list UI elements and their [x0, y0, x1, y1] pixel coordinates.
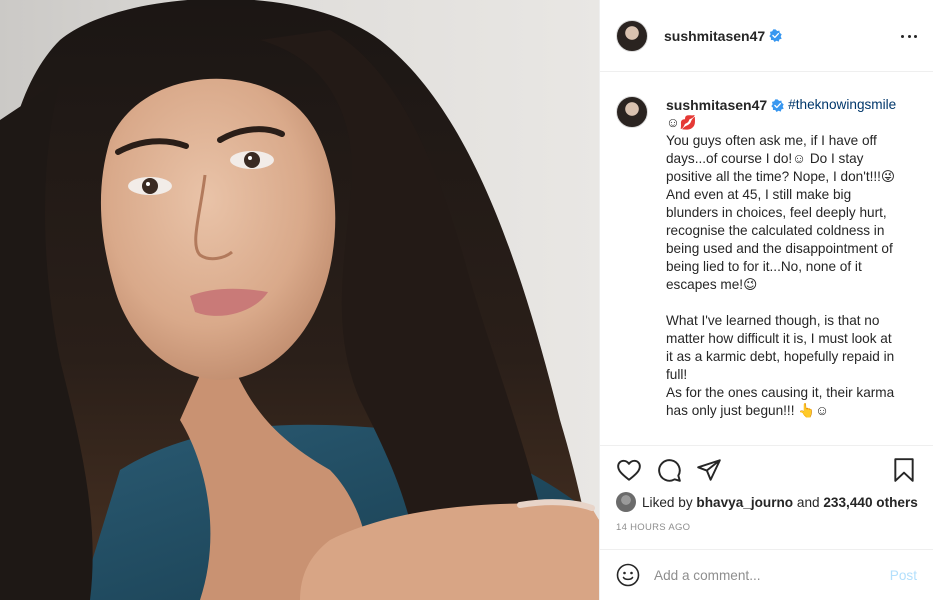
post-header: sushmitasen47	[600, 0, 933, 72]
portrait-photo	[0, 0, 599, 600]
caption-line: being lied to for it...No, none of it	[666, 259, 862, 274]
verified-badge-icon	[771, 98, 784, 112]
caption-line	[666, 294, 917, 312]
caption-line: it as a karmic debt, hopefully repaid in	[666, 349, 895, 364]
paper-plane-icon[interactable]	[696, 457, 722, 483]
caption-section: sushmitasen47 #theknowingsmile ☺💋 You gu…	[600, 72, 933, 446]
caption-line: You guys often ask me, if I have off	[666, 133, 877, 148]
caption-line: full!	[666, 367, 688, 382]
heart-outline-icon[interactable]	[616, 457, 642, 483]
post-sidebar: sushmitasen47 sushmitasen47 #theknowings…	[599, 0, 933, 600]
smiley-face-icon[interactable]	[616, 563, 640, 587]
verified-badge-icon	[769, 29, 782, 42]
caption-line: recognise the calculated coldness in	[666, 223, 885, 238]
caption-line: blunders in choices, feel deeply hurt,	[666, 205, 887, 220]
liker-avatar[interactable]	[616, 492, 636, 512]
post-comment-button[interactable]: Post	[882, 568, 917, 583]
caption-line: being used and the disappointment of	[666, 241, 893, 256]
bookmark-icon[interactable]	[891, 457, 917, 483]
post-timestamp[interactable]: 14 HOURS AGO	[616, 522, 690, 533]
caption-lines: You guys often ask me, if I have off days…	[666, 132, 917, 420]
likes-count-link[interactable]: 233,440 others	[823, 495, 917, 510]
caption-line: days...of course I do!☺ Do I stay	[666, 151, 864, 166]
caption-line: As for the ones causing it, their karma	[666, 385, 895, 400]
caption-author-avatar[interactable]	[616, 96, 648, 128]
post-actions	[616, 453, 917, 487]
caption-line: has only just begun!!! 👆☺	[666, 403, 830, 418]
author-username[interactable]: sushmitasen47	[664, 28, 765, 44]
caption-line: positive all the time? Nope, I don't!!!😜	[666, 169, 896, 184]
comment-bar: Post	[600, 549, 933, 600]
likes-summary: Liked by bhavya_journo and 233,440 other…	[616, 490, 921, 514]
caption-text: sushmitasen47 #theknowingsmile ☺💋 You gu…	[666, 96, 917, 420]
likes-joiner: and	[796, 494, 820, 510]
author-avatar[interactable]	[616, 19, 648, 52]
liker-username[interactable]: bhavya_journo	[696, 495, 793, 510]
likes-prefix: Liked by	[642, 494, 693, 510]
caption-author-username[interactable]: sushmitasen47	[666, 96, 767, 114]
comment-input[interactable]	[654, 567, 882, 583]
caption-emoji-line: ☺💋	[666, 115, 697, 130]
caption-line: matter how difficult it is, I must look …	[666, 331, 892, 346]
caption-line: escapes me!😉	[666, 277, 758, 292]
more-options-icon[interactable]	[901, 28, 917, 44]
caption-hashtag-link[interactable]: #theknowingsmile	[788, 96, 896, 114]
caption-line: And even at 45, I still make big	[666, 187, 852, 202]
speech-bubble-icon[interactable]	[656, 457, 682, 483]
caption-line: What I've learned though, is that no	[666, 313, 880, 328]
post-image[interactable]	[0, 0, 599, 600]
